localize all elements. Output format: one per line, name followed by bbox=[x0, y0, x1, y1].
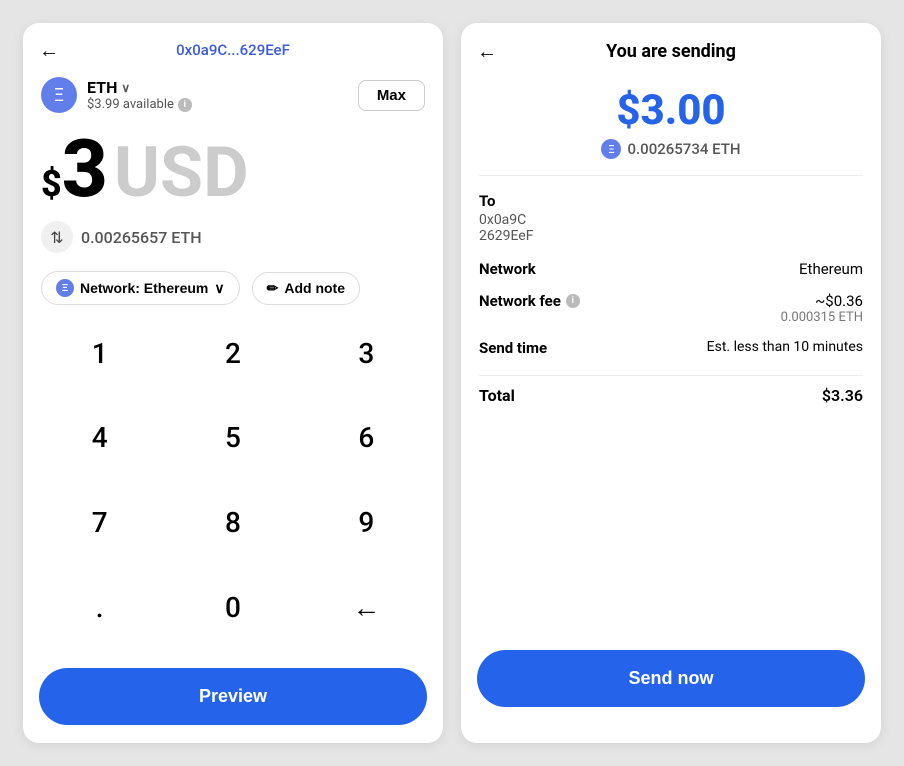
send-time-value: Est. less than 10 minutes bbox=[707, 339, 863, 355]
to-section: To 0x0a9C 2629EeF bbox=[479, 192, 863, 244]
address-link[interactable]: 0x0a9C...629EeF bbox=[176, 41, 290, 59]
detail-rows: To 0x0a9C 2629EeF Network Ethereum Netwo… bbox=[461, 176, 881, 421]
fee-label: Network fee i bbox=[479, 292, 580, 310]
confirmation-panel: ← You are sending $3.00 Ξ 0.00265734 ETH… bbox=[461, 23, 881, 743]
token-name: ETH ∨ $3.99 available i bbox=[87, 78, 192, 112]
numpad-key-3[interactable]: 3 bbox=[300, 319, 433, 387]
network-eth-icon: Ξ bbox=[56, 279, 74, 297]
fee-eth: 0.000315 ETH bbox=[781, 310, 863, 325]
amount-currency: USD bbox=[114, 138, 249, 208]
to-label: To bbox=[479, 192, 863, 210]
network-chevron-icon: ∨ bbox=[214, 280, 224, 297]
eth-amount: 0.00265657 ETH bbox=[81, 228, 202, 247]
back-button-panel1[interactable]: ← bbox=[39, 38, 59, 63]
panel1-header: ← 0x0a9C...629EeF bbox=[23, 23, 443, 69]
token-row: Ξ ETH ∨ $3.99 available i Max bbox=[23, 69, 443, 121]
numpad-key-7[interactable]: 7 bbox=[33, 489, 166, 557]
controls-row: Ξ Network: Ethereum ∨ ✏ Add note bbox=[23, 263, 443, 319]
token-info[interactable]: Ξ ETH ∨ $3.99 available i bbox=[41, 77, 192, 113]
numpad-key-backspace[interactable]: ← bbox=[300, 573, 433, 641]
panel2-bottom: Send now bbox=[461, 650, 881, 743]
dollar-sign: $ bbox=[41, 163, 62, 205]
panel2-header: ← You are sending bbox=[461, 23, 881, 74]
amount-display: $ 3 USD bbox=[23, 121, 443, 213]
panel2-title: You are sending bbox=[606, 41, 736, 62]
numpad: 123 456 789.0← bbox=[23, 319, 443, 658]
eth-conversion-row: ⇅ 0.00265657 ETH bbox=[23, 213, 443, 263]
sending-eth-icon: Ξ bbox=[601, 139, 621, 159]
total-row: Total $3.36 bbox=[479, 386, 863, 405]
back-button-panel2[interactable]: ← bbox=[477, 39, 497, 64]
fee-value: ~$0.36 0.000315 ETH bbox=[781, 292, 863, 325]
token-name-label: ETH bbox=[87, 78, 117, 97]
network-row: Network Ethereum bbox=[479, 260, 863, 278]
send-now-button[interactable]: Send now bbox=[477, 650, 865, 707]
numpad-key-1[interactable]: 1 bbox=[33, 319, 166, 387]
fee-row: Network fee i ~$0.36 0.000315 ETH bbox=[479, 292, 863, 325]
sending-amount: $3.00 Ξ 0.00265734 ETH bbox=[461, 74, 881, 175]
numpad-key-8[interactable]: 8 bbox=[166, 489, 299, 557]
max-button[interactable]: Max bbox=[358, 80, 425, 111]
numpad-key-5[interactable]: 5 bbox=[166, 404, 299, 472]
total-label: Total bbox=[479, 386, 515, 405]
add-note-label: Add note bbox=[284, 280, 345, 296]
sending-eth-row: Ξ 0.00265734 ETH bbox=[601, 139, 740, 159]
divider2 bbox=[479, 375, 863, 376]
network-value: Ethereum bbox=[799, 260, 863, 278]
numpad-key-4[interactable]: 4 bbox=[33, 404, 166, 472]
sending-usd: $3.00 bbox=[616, 86, 725, 135]
numpad-key-dot[interactable]: . bbox=[33, 573, 166, 641]
numpad-key-6[interactable]: 6 bbox=[300, 404, 433, 472]
numpad-key-0[interactable]: 0 bbox=[166, 573, 299, 641]
pencil-icon: ✏ bbox=[267, 280, 279, 297]
numpad-key-9[interactable]: 9 bbox=[300, 489, 433, 557]
eth-token-icon: Ξ bbox=[41, 77, 77, 113]
send-amount-panel: ← 0x0a9C...629EeF Ξ ETH ∨ $3.99 availabl… bbox=[23, 23, 443, 743]
send-time-label: Send time bbox=[479, 339, 547, 357]
fee-info-icon[interactable]: i bbox=[566, 294, 580, 308]
available-info-icon[interactable]: i bbox=[178, 98, 192, 112]
preview-button[interactable]: Preview bbox=[39, 668, 427, 725]
to-address-line1: 0x0a9C bbox=[479, 212, 863, 228]
sending-eth-amount: 0.00265734 ETH bbox=[627, 140, 740, 158]
swap-icon[interactable]: ⇅ bbox=[41, 221, 73, 253]
network-button-label: Network: Ethereum bbox=[80, 280, 208, 296]
network-button[interactable]: Ξ Network: Ethereum ∨ bbox=[41, 271, 240, 305]
to-address-line2: 2629EeF bbox=[479, 228, 863, 244]
numpad-key-2[interactable]: 2 bbox=[166, 319, 299, 387]
add-note-button[interactable]: ✏ Add note bbox=[252, 272, 360, 305]
send-time-row: Send time Est. less than 10 minutes bbox=[479, 339, 863, 357]
amount-value: 3 bbox=[62, 129, 108, 209]
token-chevron-icon: ∨ bbox=[121, 81, 130, 95]
network-label: Network bbox=[479, 260, 536, 278]
token-available: $3.99 available i bbox=[87, 97, 192, 112]
total-value: $3.36 bbox=[822, 386, 863, 405]
